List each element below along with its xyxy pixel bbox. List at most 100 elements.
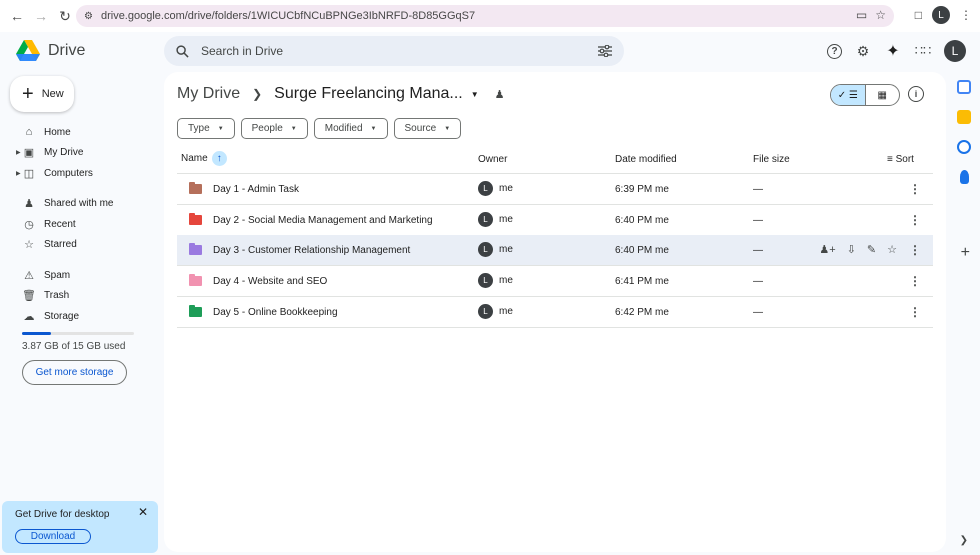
shared-folder-icon[interactable]: ♟ [495, 88, 505, 101]
sidebar-item-trash[interactable]: 🗑 Trash [10, 286, 160, 306]
folder-icon [189, 304, 202, 317]
search-icon[interactable] [176, 44, 189, 58]
share-icon[interactable]: ♟+ [819, 243, 835, 256]
filter-source[interactable]: Source ▼ [393, 118, 462, 139]
column-header-owner[interactable]: Owner [478, 154, 507, 165]
forward-icon[interactable]: → [30, 5, 52, 27]
more-actions-icon[interactable]: ⋮ [909, 243, 921, 257]
browser-toolbar: ← → ↻ ⚙ drive.google.com/drive/folders/1… [0, 0, 980, 32]
site-info-icon[interactable]: ⚙ [84, 11, 93, 22]
download-button[interactable]: Download [15, 529, 91, 544]
file-name[interactable]: Day 3 - Customer Relationship Management [213, 245, 410, 256]
trash-icon: 🗑 [22, 290, 36, 302]
more-actions-icon[interactable]: ⋮ [909, 274, 921, 288]
apps-grid-icon[interactable]: ∷∷ [914, 42, 932, 60]
row-quick-actions: ♟+ ⇩ ✎ ☆ [819, 243, 897, 256]
back-icon[interactable]: ← [6, 5, 28, 27]
close-icon[interactable]: ✕ [138, 505, 148, 519]
sort-label: Sort [895, 154, 914, 165]
filter-modified[interactable]: Modified ▼ [313, 118, 388, 139]
add-addon-icon[interactable]: + [961, 244, 970, 262]
table-row[interactable]: Day 5 - Online Bookkeeping Lme 6:42 PM me —… [177, 297, 933, 328]
expand-caret-icon[interactable]: ▶ [16, 149, 21, 156]
calendar-icon[interactable] [957, 80, 971, 94]
owner-name: me [499, 213, 513, 225]
tasks-icon[interactable] [957, 140, 971, 154]
sidebar-item-home[interactable]: ⌂ Home [10, 122, 160, 142]
bookmark-star-icon[interactable]: ☆ [875, 8, 886, 22]
table-row[interactable]: Day 2 - Social Media Management and Mark… [177, 205, 933, 236]
cloud-icon: ☁ [23, 310, 35, 323]
info-icon[interactable]: i [908, 86, 924, 102]
drive-logo[interactable]: Drive [16, 40, 85, 62]
breadcrumb-root[interactable]: My Drive [177, 85, 240, 103]
file-name[interactable]: Day 1 - Admin Task [213, 184, 299, 195]
more-actions-icon[interactable]: ⋮ [909, 182, 921, 196]
settings-gear-icon[interactable]: ⚙ [854, 42, 872, 60]
owner-cell: Lme [478, 273, 513, 289]
chevron-down-icon: ▼ [290, 125, 297, 132]
sort-arrow-up-icon[interactable]: ↑ [211, 151, 227, 166]
install-app-icon[interactable]: ▭ [856, 8, 867, 22]
sidebar-item-my-drive[interactable]: ▶ ▣ My Drive [10, 143, 160, 163]
download-icon[interactable]: ⇩ [847, 243, 856, 256]
grid-view-button[interactable]: ▦ [866, 85, 900, 105]
date-modified: 6:40 PM me [615, 245, 669, 257]
breadcrumb: My Drive ❯ Surge Freelancing Mana... ▼ ♟ [177, 85, 505, 103]
filter-people[interactable]: People ▼ [240, 118, 308, 139]
table-row[interactable]: Day 4 - Website and SEO Lme 6:41 PM me — ⋮ [177, 266, 933, 298]
file-name[interactable]: Day 5 - Online Bookkeeping [213, 307, 338, 318]
browser-profile-avatar[interactable]: L [932, 6, 950, 24]
search-input[interactable]: Search in Drive [201, 44, 598, 58]
filter-label: Type [188, 123, 210, 134]
table-row[interactable]: Day 3 - Customer Relationship Management… [177, 235, 933, 267]
gemini-sparkle-icon[interactable]: ✦ [884, 42, 902, 60]
help-icon[interactable]: ? [827, 43, 842, 59]
sidebar-item-computers[interactable]: ▶ ◫ Computers [10, 163, 160, 183]
date-modified: 6:41 PM me [615, 276, 669, 288]
column-header-modified[interactable]: Date modified [615, 154, 677, 165]
chevron-down-icon[interactable]: ▼ [471, 90, 479, 99]
column-header-size[interactable]: File size [753, 154, 790, 165]
sort-button[interactable]: ≡ Sort [887, 154, 914, 165]
more-actions-icon[interactable]: ⋮ [909, 213, 921, 227]
folder-icon [189, 274, 202, 287]
owner-name: me [499, 275, 513, 287]
search-box[interactable]: Search in Drive [164, 36, 624, 66]
rename-pencil-icon[interactable]: ✎ [867, 243, 876, 256]
browser-menu-icon[interactable]: ⋮ [960, 8, 972, 22]
address-bar[interactable]: ⚙ drive.google.com/drive/folders/1WICUCb… [76, 5, 894, 27]
owner-cell: Lme [478, 303, 513, 319]
account-avatar[interactable]: L [944, 40, 966, 62]
expand-caret-icon[interactable]: ▶ [16, 170, 21, 177]
file-size: — [753, 245, 763, 257]
column-header-name[interactable]: Name ↑ [181, 151, 227, 166]
sort-lines-icon: ≡ [887, 154, 893, 165]
star-icon[interactable]: ☆ [887, 243, 897, 256]
filter-label: People [251, 123, 283, 134]
sidebar-item-shared-with-me[interactable]: ♟ Shared with me [10, 194, 160, 214]
sidebar-item-label: Shared with me [44, 198, 114, 209]
sidebar-item-storage[interactable]: ☁ Storage [10, 306, 160, 326]
filter-label: Source [404, 123, 437, 134]
new-button[interactable]: + New [10, 76, 74, 112]
more-actions-icon[interactable]: ⋮ [909, 305, 921, 319]
chevron-right-icon[interactable]: ❯ [960, 535, 968, 546]
breadcrumb-current[interactable]: Surge Freelancing Mana... [274, 85, 463, 103]
sidebar-nav: ⌂ Home ▶ ▣ My Drive ▶ ◫ Computers ♟ Shar… [10, 122, 160, 327]
sidebar-item-spam[interactable]: ⚠ Spam [10, 265, 160, 285]
sidebar-item-starred[interactable]: ☆ Starred [10, 235, 160, 255]
storage-usage-bar [22, 332, 134, 335]
keep-icon[interactable] [957, 110, 971, 124]
sidebar-item-recent[interactable]: ◷ Recent [10, 214, 160, 234]
table-row[interactable]: Day 1 - Admin Task Lme 6:39 PM me — ⋮ [177, 174, 933, 205]
filter-type[interactable]: Type ▼ [177, 118, 235, 139]
list-view-button[interactable]: ✓ ☰ [831, 85, 866, 105]
contacts-icon[interactable] [959, 170, 969, 184]
file-name[interactable]: Day 2 - Social Media Management and Mark… [213, 215, 433, 226]
search-options-icon[interactable] [598, 45, 612, 57]
file-name[interactable]: Day 4 - Website and SEO [213, 276, 327, 287]
get-more-storage-button[interactable]: Get more storage [22, 360, 127, 385]
extensions-icon[interactable]: □ [915, 8, 922, 22]
reload-icon[interactable]: ↻ [54, 5, 76, 27]
